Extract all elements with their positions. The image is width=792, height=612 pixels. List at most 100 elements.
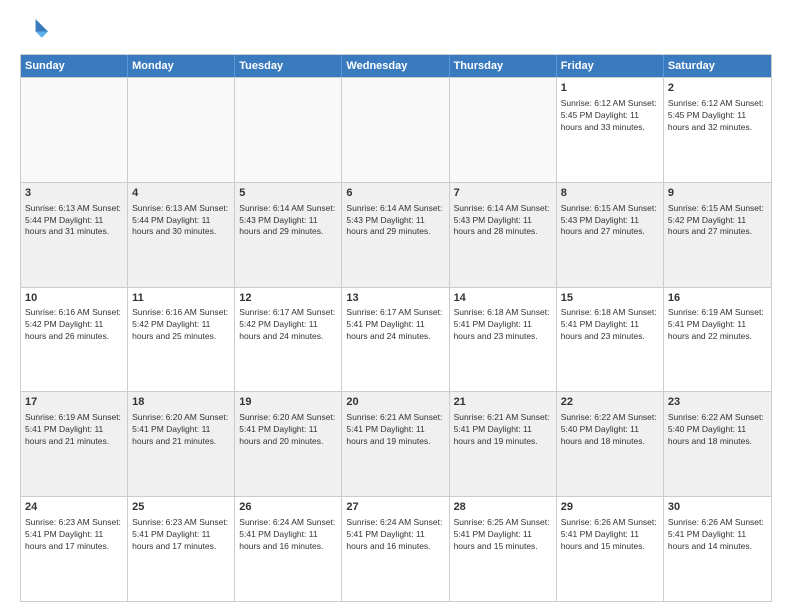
- cell-info: Sunrise: 6:20 AM Sunset: 5:41 PM Dayligh…: [239, 412, 337, 448]
- cell-info: Sunrise: 6:18 AM Sunset: 5:41 PM Dayligh…: [454, 307, 552, 343]
- calendar-cell: 18 Sunrise: 6:20 AM Sunset: 5:41 PM Dayli…: [128, 392, 235, 496]
- calendar-cell: 4Sunrise: 6:13 AM Sunset: 5:44 PM Daylig…: [128, 183, 235, 287]
- calendar-cell: 30Sunrise: 6:26 AM Sunset: 5:41 PM Dayli…: [664, 497, 771, 601]
- calendar-cell: 17 Sunrise: 6:19 AM Sunset: 5:41 PM Dayli…: [21, 392, 128, 496]
- calendar-cell: 11Sunrise: 6:16 AM Sunset: 5:42 PM Dayli…: [128, 288, 235, 392]
- weekday-header: Saturday: [664, 55, 771, 77]
- calendar-cell: [21, 78, 128, 182]
- calendar-cell: 8 Sunrise: 6:15 AM Sunset: 5:43 PM Daylig…: [557, 183, 664, 287]
- day-number: 11: [132, 291, 230, 306]
- day-number: 15: [561, 291, 659, 306]
- cell-info: Sunrise: 6:25 AM Sunset: 5:41 PM Dayligh…: [454, 517, 552, 553]
- calendar-row: 1Sunrise: 6:12 AM Sunset: 5:45 PM Daylig…: [21, 77, 771, 182]
- logo: [20, 16, 52, 44]
- calendar-cell: 16Sunrise: 6:19 AM Sunset: 5:41 PM Dayli…: [664, 288, 771, 392]
- cell-info: Sunrise: 6:17 AM Sunset: 5:41 PM Dayligh…: [346, 307, 444, 343]
- day-number: 18: [132, 395, 230, 410]
- calendar-cell: 5 Sunrise: 6:14 AM Sunset: 5:43 PM Daylig…: [235, 183, 342, 287]
- calendar-cell: 2 Sunrise: 6:12 AM Sunset: 5:45 PM Daylig…: [664, 78, 771, 182]
- cell-info: Sunrise: 6:21 AM Sunset: 5:41 PM Dayligh…: [346, 412, 444, 448]
- calendar-cell: 20 Sunrise: 6:21 AM Sunset: 5:41 PM Dayli…: [342, 392, 449, 496]
- cell-info: Sunrise: 6:13 AM Sunset: 5:44 PM Dayligh…: [25, 203, 123, 239]
- calendar-cell: 19 Sunrise: 6:20 AM Sunset: 5:41 PM Dayli…: [235, 392, 342, 496]
- calendar-cell: 15Sunrise: 6:18 AM Sunset: 5:41 PM Dayli…: [557, 288, 664, 392]
- header: [20, 16, 772, 44]
- calendar-cell: 10Sunrise: 6:16 AM Sunset: 5:42 PM Dayli…: [21, 288, 128, 392]
- calendar-cell: 23Sunrise: 6:22 AM Sunset: 5:40 PM Dayli…: [664, 392, 771, 496]
- calendar-cell: 13Sunrise: 6:17 AM Sunset: 5:41 PM Dayli…: [342, 288, 449, 392]
- day-number: 25: [132, 500, 230, 515]
- calendar-cell: [342, 78, 449, 182]
- cell-info: Sunrise: 6:19 AM Sunset: 5:41 PM Dayligh…: [668, 307, 767, 343]
- calendar-cell: 29 Sunrise: 6:26 AM Sunset: 5:41 PM Dayli…: [557, 497, 664, 601]
- day-number: 28: [454, 500, 552, 515]
- weekday-header: Tuesday: [235, 55, 342, 77]
- calendar-row: 17 Sunrise: 6:19 AM Sunset: 5:41 PM Dayli…: [21, 391, 771, 496]
- cell-info: Sunrise: 6:16 AM Sunset: 5:42 PM Dayligh…: [132, 307, 230, 343]
- cell-info: Sunrise: 6:15 AM Sunset: 5:43 PM Dayligh…: [561, 203, 659, 239]
- day-number: 12: [239, 291, 337, 306]
- cell-info: Sunrise: 6:17 AM Sunset: 5:42 PM Dayligh…: [239, 307, 337, 343]
- day-number: 16: [668, 291, 767, 306]
- day-number: 20: [346, 395, 444, 410]
- day-number: 2: [668, 81, 767, 96]
- day-number: 21: [454, 395, 552, 410]
- day-number: 7: [454, 186, 552, 201]
- cell-info: Sunrise: 6:13 AM Sunset: 5:44 PM Dayligh…: [132, 203, 230, 239]
- calendar-cell: 28 Sunrise: 6:25 AM Sunset: 5:41 PM Dayli…: [450, 497, 557, 601]
- calendar-cell: [235, 78, 342, 182]
- day-number: 5: [239, 186, 337, 201]
- cell-info: Sunrise: 6:16 AM Sunset: 5:42 PM Dayligh…: [25, 307, 123, 343]
- day-number: 26: [239, 500, 337, 515]
- calendar-cell: [450, 78, 557, 182]
- day-number: 29: [561, 500, 659, 515]
- cell-info: Sunrise: 6:14 AM Sunset: 5:43 PM Dayligh…: [454, 203, 552, 239]
- calendar-cell: 26 Sunrise: 6:24 AM Sunset: 5:41 PM Dayli…: [235, 497, 342, 601]
- calendar-cell: 21 Sunrise: 6:21 AM Sunset: 5:41 PM Dayli…: [450, 392, 557, 496]
- calendar-cell: [128, 78, 235, 182]
- cell-info: Sunrise: 6:14 AM Sunset: 5:43 PM Dayligh…: [346, 203, 444, 239]
- calendar-row: 24 Sunrise: 6:23 AM Sunset: 5:41 PM Dayli…: [21, 496, 771, 601]
- calendar-cell: 1Sunrise: 6:12 AM Sunset: 5:45 PM Daylig…: [557, 78, 664, 182]
- cell-info: Sunrise: 6:14 AM Sunset: 5:43 PM Dayligh…: [239, 203, 337, 239]
- day-number: 8: [561, 186, 659, 201]
- page: SundayMondayTuesdayWednesdayThursdayFrid…: [0, 0, 792, 612]
- day-number: 23: [668, 395, 767, 410]
- cell-info: Sunrise: 6:21 AM Sunset: 5:41 PM Dayligh…: [454, 412, 552, 448]
- calendar-cell: 27 Sunrise: 6:24 AM Sunset: 5:41 PM Dayli…: [342, 497, 449, 601]
- calendar-cell: 7 Sunrise: 6:14 AM Sunset: 5:43 PM Daylig…: [450, 183, 557, 287]
- logo-icon: [20, 16, 48, 44]
- cell-info: Sunrise: 6:18 AM Sunset: 5:41 PM Dayligh…: [561, 307, 659, 343]
- day-number: 17: [25, 395, 123, 410]
- calendar-cell: 22Sunrise: 6:22 AM Sunset: 5:40 PM Dayli…: [557, 392, 664, 496]
- day-number: 9: [668, 186, 767, 201]
- cell-info: Sunrise: 6:12 AM Sunset: 5:45 PM Dayligh…: [668, 98, 767, 134]
- cell-info: Sunrise: 6:26 AM Sunset: 5:41 PM Dayligh…: [561, 517, 659, 553]
- calendar: SundayMondayTuesdayWednesdayThursdayFrid…: [20, 54, 772, 602]
- cell-info: Sunrise: 6:24 AM Sunset: 5:41 PM Dayligh…: [346, 517, 444, 553]
- weekday-header: Sunday: [21, 55, 128, 77]
- cell-info: Sunrise: 6:15 AM Sunset: 5:42 PM Dayligh…: [668, 203, 767, 239]
- weekday-header: Wednesday: [342, 55, 449, 77]
- day-number: 13: [346, 291, 444, 306]
- day-number: 6: [346, 186, 444, 201]
- day-number: 22: [561, 395, 659, 410]
- cell-info: Sunrise: 6:19 AM Sunset: 5:41 PM Dayligh…: [25, 412, 123, 448]
- day-number: 10: [25, 291, 123, 306]
- weekday-header: Monday: [128, 55, 235, 77]
- calendar-cell: 3 Sunrise: 6:13 AM Sunset: 5:44 PM Daylig…: [21, 183, 128, 287]
- cell-info: Sunrise: 6:20 AM Sunset: 5:41 PM Dayligh…: [132, 412, 230, 448]
- cell-info: Sunrise: 6:24 AM Sunset: 5:41 PM Dayligh…: [239, 517, 337, 553]
- day-number: 27: [346, 500, 444, 515]
- calendar-row: 10Sunrise: 6:16 AM Sunset: 5:42 PM Dayli…: [21, 287, 771, 392]
- day-number: 19: [239, 395, 337, 410]
- calendar-cell: 12Sunrise: 6:17 AM Sunset: 5:42 PM Dayli…: [235, 288, 342, 392]
- day-number: 24: [25, 500, 123, 515]
- day-number: 3: [25, 186, 123, 201]
- weekday-header: Friday: [557, 55, 664, 77]
- calendar-row: 3 Sunrise: 6:13 AM Sunset: 5:44 PM Daylig…: [21, 182, 771, 287]
- calendar-body: 1Sunrise: 6:12 AM Sunset: 5:45 PM Daylig…: [21, 77, 771, 601]
- cell-info: Sunrise: 6:23 AM Sunset: 5:41 PM Dayligh…: [132, 517, 230, 553]
- weekday-header: Thursday: [450, 55, 557, 77]
- calendar-cell: 24Sunrise: 6:23 AM Sunset: 5:41 PM Dayli…: [21, 497, 128, 601]
